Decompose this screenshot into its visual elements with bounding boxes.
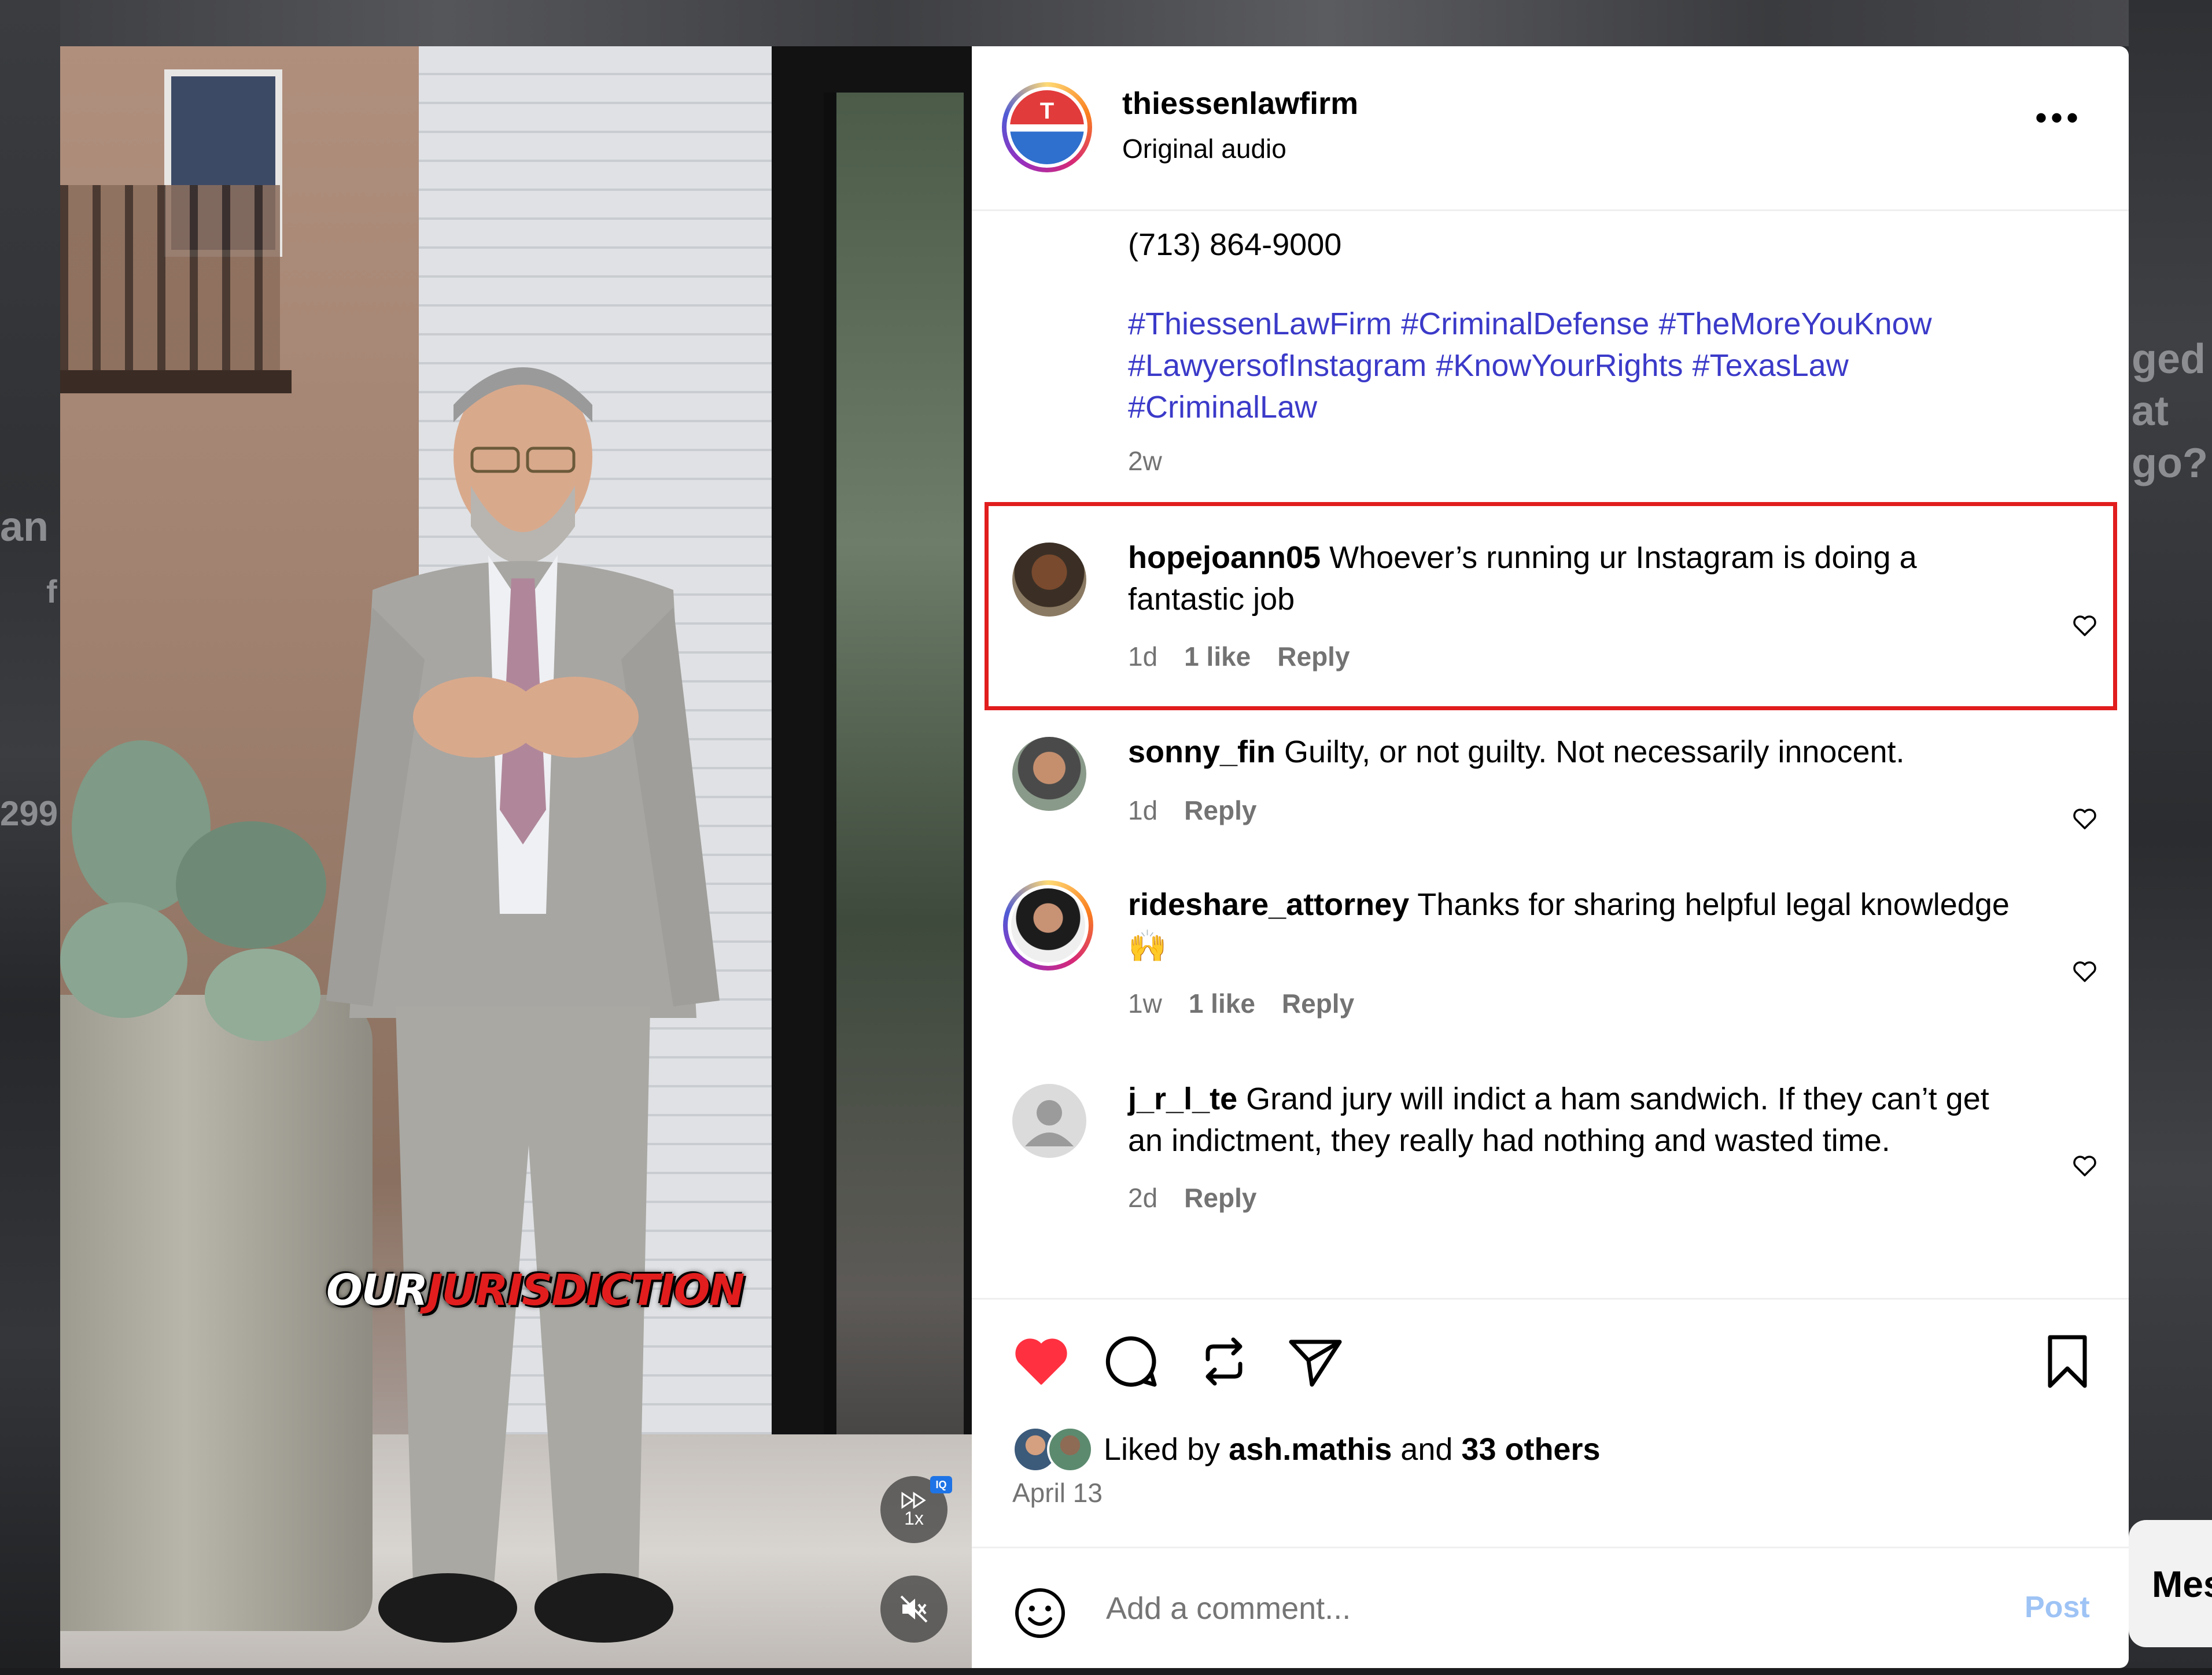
background-bottom-strip	[0, 1668, 2212, 1675]
caption-timestamp: 2w	[1128, 446, 1162, 476]
background-right-text: at	[2132, 388, 2169, 434]
video-presenter	[326, 367, 720, 1643]
iq-badge: IQ	[930, 1476, 952, 1493]
comment-text: rideshare_attorney Thanks for sharing he…	[1128, 884, 2030, 967]
hashtag-link[interactable]: #LawyersofInstagram	[1128, 348, 1426, 383]
commenter-avatar	[1011, 888, 1085, 962]
author-avatar[interactable]: T	[1002, 82, 1092, 172]
comment-meta: 2d Reply	[1128, 1182, 1283, 1213]
comment-input[interactable]	[1105, 1590, 1917, 1627]
post-caption: (713) 864-9000 #ThiessenLawFirm #Criminal…	[1128, 227, 2077, 477]
author-username[interactable]: thiessenlawfirm	[1122, 86, 1358, 121]
liker-username[interactable]: ash.mathis	[1229, 1432, 1392, 1467]
reply-button[interactable]: Reply	[1184, 1183, 1256, 1213]
comment-username[interactable]: rideshare_attorney	[1128, 887, 1409, 922]
hashtag-list: #ThiessenLawFirm #CriminalDefense #TheMore…	[1128, 303, 2077, 428]
comment-likes[interactable]: 1 like	[1189, 988, 1255, 1019]
video-caption-red: JURISDICTION	[426, 1266, 745, 1315]
background-left-text: f	[46, 573, 57, 610]
reel-video[interactable]: OURJURISDICTION 1x IQ	[60, 46, 972, 1668]
likes-middle: and	[1400, 1432, 1453, 1467]
post-date: April 13	[1012, 1478, 1103, 1508]
background-message-pill[interactable]: Mes	[2129, 1520, 2212, 1647]
default-user-icon	[1025, 1100, 1074, 1146]
heart-outline-icon[interactable]	[2071, 1152, 2099, 1180]
background-message-label: Mes	[2152, 1563, 2212, 1605]
comment-text: j_r_l_te Grand jury will indict a ham sa…	[1128, 1078, 2030, 1161]
video-balcony	[60, 185, 280, 393]
comment-time: 1d	[1128, 795, 1158, 825]
background-right-text: ged	[2132, 336, 2206, 382]
background-right-text: go?	[2132, 440, 2208, 486]
post-panel: T thiessenlawfirm Original audio ••• (71…	[972, 46, 2129, 1668]
likes-others-link[interactable]: 33 others	[1461, 1432, 1600, 1467]
heart-outline-icon[interactable]	[2071, 805, 2099, 833]
post-header: T thiessenlawfirm Original audio •••	[972, 46, 2129, 211]
likes-summary: Liked by ash.mathis and 33 others	[1012, 1426, 1601, 1473]
bookmark-icon[interactable]	[2036, 1330, 2099, 1393]
hashtag-link[interactable]: #KnowYourRights	[1436, 348, 1683, 383]
comment-meta: 1d Reply	[1128, 795, 1283, 826]
law-firm-logo: T	[1010, 90, 1084, 164]
hashtag-link[interactable]: #ThiessenLawFirm	[1128, 307, 1392, 341]
post-comment-button[interactable]: Post	[2025, 1590, 2090, 1625]
comment-username[interactable]: j_r_l_te	[1128, 1082, 1237, 1116]
playback-speed-label: 1x	[904, 1508, 924, 1529]
commenter-avatar-story-ring[interactable]	[1003, 880, 1093, 971]
commenter-avatar[interactable]	[1012, 737, 1086, 811]
share-send-icon[interactable]	[1284, 1330, 1347, 1393]
heart-outline-icon[interactable]	[2071, 958, 2099, 986]
action-bar-divider	[972, 1298, 2129, 1300]
likes-prefix: Liked by	[1104, 1432, 1221, 1467]
comment-body: Grand jury will indict a ham sandwich. I…	[1128, 1082, 1989, 1158]
comment-text: sonny_fin Guilty, or not guilty. Not nec…	[1128, 731, 2030, 773]
video-balcony-base	[60, 370, 292, 393]
comment-meta: 1w 1 like Reply	[1128, 988, 1381, 1019]
mute-button[interactable]	[880, 1576, 948, 1643]
hashtag-link[interactable]: #TheMoreYouKnow	[1658, 307, 1931, 341]
video-caption: OURJURISDICTION	[326, 1266, 745, 1315]
background-right-strip	[2129, 0, 2212, 1675]
background-left-text: an	[0, 504, 49, 550]
more-options-button[interactable]: •••	[2035, 101, 2082, 135]
hashtag-link[interactable]: #TexasLaw	[1693, 348, 1849, 383]
caption-phone: (713) 864-9000	[1128, 227, 1342, 262]
comment-composer: Post	[972, 1547, 2129, 1668]
background-left-strip	[0, 0, 60, 1675]
video-door-glass	[824, 93, 964, 1596]
liker-avatar	[1047, 1426, 1093, 1473]
emoji-icon[interactable]	[1012, 1585, 1068, 1641]
repost-icon[interactable]	[1193, 1330, 1255, 1393]
reply-button[interactable]: Reply	[1184, 795, 1256, 825]
heart-filled-icon[interactable]	[1010, 1330, 1072, 1393]
comment-time: 2d	[1128, 1183, 1158, 1213]
speaker-muted-icon	[900, 1595, 928, 1623]
logo-letter: T	[1039, 98, 1055, 124]
background-top-strip	[0, 0, 2212, 46]
hashtag-link[interactable]: #CriminalLaw	[1128, 390, 1317, 425]
fast-forward-icon	[901, 1492, 926, 1509]
comment-username[interactable]: sonny_fin	[1128, 735, 1275, 769]
highlighted-comment-frame	[985, 502, 2117, 710]
background-left-text: 299	[0, 794, 58, 833]
comment-icon[interactable]	[1100, 1330, 1163, 1393]
comment-body: Guilty, or not guilty. Not necessarily i…	[1284, 735, 1905, 769]
commenter-avatar-default[interactable]	[1012, 1084, 1086, 1158]
hashtag-link[interactable]: #CriminalDefense	[1401, 307, 1649, 341]
reply-button[interactable]: Reply	[1282, 988, 1354, 1019]
video-caption-white: OUR	[326, 1266, 428, 1315]
liker-avatars	[1012, 1426, 1099, 1473]
audio-label[interactable]: Original audio	[1122, 133, 1286, 164]
comment-time: 1w	[1128, 988, 1162, 1019]
video-cactus-pad	[60, 902, 187, 1018]
